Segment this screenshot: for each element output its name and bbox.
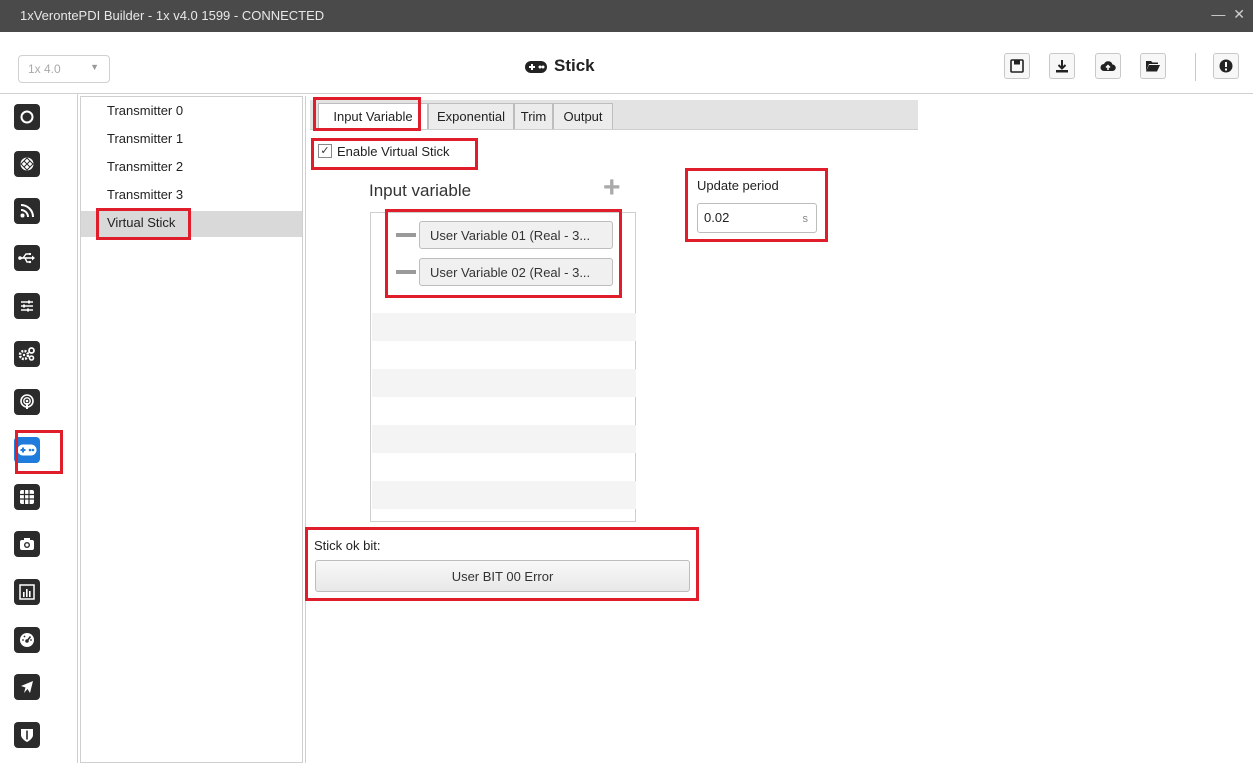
- gauge-icon[interactable]: [14, 627, 40, 653]
- page-title-text: Stick: [554, 56, 595, 75]
- transmitter-list: Transmitter 0 Transmitter 1 Transmitter …: [80, 96, 303, 763]
- sphere-icon[interactable]: [14, 151, 40, 177]
- update-period-unit: s: [802, 213, 809, 225]
- cloud-upload-icon: [1100, 61, 1116, 71]
- update-period-input[interactable]: 0.02 s: [697, 203, 817, 233]
- info-button[interactable]: [1213, 53, 1239, 79]
- page-title: Stick: [524, 56, 595, 76]
- version-select[interactable]: 1x 4.0 ▼: [18, 55, 110, 83]
- info-icon: [1219, 59, 1233, 73]
- list-stripe: [372, 313, 636, 341]
- toolbar: 1x 4.0 ▼ Stick: [0, 32, 1253, 94]
- list-item[interactable]: Transmitter 2: [81, 155, 302, 181]
- window-title: 1xVerontePDI Builder - 1x v4.0 1599 - CO…: [20, 8, 325, 23]
- shield-icon[interactable]: [14, 722, 40, 748]
- remove-variable-button[interactable]: [396, 233, 416, 237]
- download-button[interactable]: [1049, 53, 1075, 79]
- open-folder-button[interactable]: [1140, 53, 1166, 79]
- variable-button[interactable]: User Variable 01 (Real - 3...: [419, 221, 613, 249]
- save-button[interactable]: [1004, 53, 1030, 79]
- list-item[interactable]: Transmitter 3: [81, 183, 302, 209]
- power-icon[interactable]: [14, 104, 40, 130]
- chevron-down-icon: ▼: [90, 62, 99, 72]
- toolbar-separator: [1195, 53, 1196, 81]
- close-button[interactable]: ✕: [1233, 6, 1245, 22]
- minimize-button[interactable]: —: [1211, 6, 1225, 22]
- tab-exponential[interactable]: Exponential: [428, 103, 514, 129]
- usb-icon[interactable]: [14, 245, 40, 271]
- rss-icon[interactable]: [14, 198, 40, 224]
- camera-icon[interactable]: [14, 531, 40, 557]
- grid-icon[interactable]: [14, 484, 40, 510]
- plane-icon[interactable]: [14, 674, 40, 700]
- enable-virtual-stick-label: Enable Virtual Stick: [337, 144, 450, 159]
- version-select-value: 1x 4.0: [28, 62, 61, 76]
- download-icon: [1056, 60, 1068, 73]
- list-item-selected[interactable]: Virtual Stick: [81, 211, 302, 237]
- tab-output[interactable]: Output: [553, 103, 613, 129]
- remove-variable-button[interactable]: [396, 270, 416, 274]
- enable-virtual-stick-checkbox[interactable]: ✓: [318, 144, 332, 158]
- list-stripe: [372, 481, 636, 509]
- stick-ok-label: Stick ok bit:: [314, 538, 381, 553]
- window-controls: — ✕: [1207, 6, 1245, 23]
- tab-input-variable[interactable]: Input Variable: [318, 103, 428, 129]
- list-stripe: [372, 425, 636, 453]
- update-period-value: 0.02: [704, 210, 730, 225]
- sliders-icon[interactable]: [14, 293, 40, 319]
- tab-strip: Input Variable Exponential Trim Output: [310, 100, 918, 130]
- open-folder-icon: [1146, 61, 1160, 72]
- variable-button[interactable]: User Variable 02 (Real - 3...: [419, 258, 613, 286]
- title-bar: 1xVerontePDI Builder - 1x v4.0 1599 - CO…: [0, 0, 1253, 32]
- gamepad-icon[interactable]: [14, 437, 40, 463]
- module-sidebar: [0, 94, 78, 763]
- podcast-icon[interactable]: [14, 389, 40, 415]
- input-variable-heading: Input variable: [369, 181, 472, 200]
- list-stripe: [372, 369, 636, 397]
- gamepad-icon: [525, 61, 547, 73]
- list-item[interactable]: Transmitter 0: [81, 99, 302, 125]
- update-period-label: Update period: [697, 178, 779, 193]
- add-variable-button[interactable]: +: [603, 171, 621, 205]
- cloud-upload-button[interactable]: [1095, 53, 1121, 79]
- chart-icon[interactable]: [14, 579, 40, 605]
- stick-ok-bit-button[interactable]: User BIT 00 Error: [315, 560, 690, 592]
- cogs-icon[interactable]: [14, 341, 40, 367]
- list-item[interactable]: Transmitter 1: [81, 127, 302, 153]
- save-icon: [1010, 59, 1024, 73]
- tab-trim[interactable]: Trim: [514, 103, 553, 129]
